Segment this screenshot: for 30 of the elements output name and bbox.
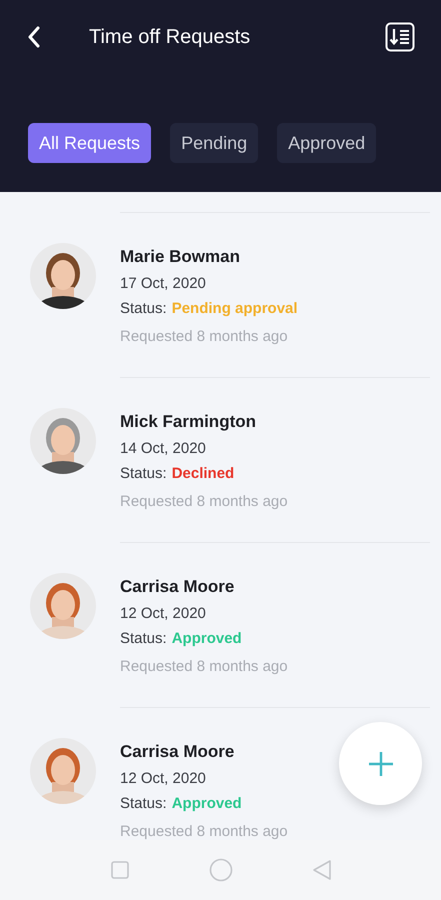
status-text: Approved: [172, 629, 242, 649]
requested-time: Requested 8 months ago: [120, 822, 288, 840]
employee-name: Mick Farmington: [120, 411, 258, 433]
employee-name: Carrisa Moore: [120, 576, 236, 598]
status-text: Approved: [172, 794, 242, 814]
status-label: Status:: [120, 629, 167, 649]
back-icon[interactable]: [27, 26, 41, 48]
request-date: 17 Oct, 2020: [120, 274, 207, 294]
requested-time: Requested 8 months ago: [120, 657, 288, 677]
request-date: 12 Oct, 2020: [120, 769, 207, 789]
employee-name: Marie Bowman: [120, 246, 241, 268]
filter-tab[interactable]: Approved: [277, 123, 376, 163]
status-text: Pending approval: [172, 299, 298, 319]
requested-time: Requested 8 months ago: [120, 492, 288, 512]
plus-icon: [366, 750, 394, 778]
home-icon[interactable]: [208, 858, 232, 882]
filter-tab[interactable]: All Requests: [28, 123, 152, 163]
recents-icon[interactable]: [110, 860, 130, 880]
request-date: 12 Oct, 2020: [120, 604, 207, 624]
status-label: Status:: [120, 794, 167, 814]
screen-title: Time off Requests: [89, 26, 252, 48]
back-nav-icon[interactable]: [312, 859, 332, 881]
employee-name: Carrisa Moore: [120, 741, 236, 763]
status-label: Status:: [120, 464, 167, 484]
request-date: 14 Oct, 2020: [120, 439, 207, 459]
filter-tab[interactable]: Pending: [170, 123, 258, 163]
sort-icon[interactable]: [385, 22, 415, 52]
requested-time: Requested 8 months ago: [120, 327, 289, 347]
status-text: Declined: [172, 464, 234, 484]
status-label: Status:: [120, 299, 167, 319]
